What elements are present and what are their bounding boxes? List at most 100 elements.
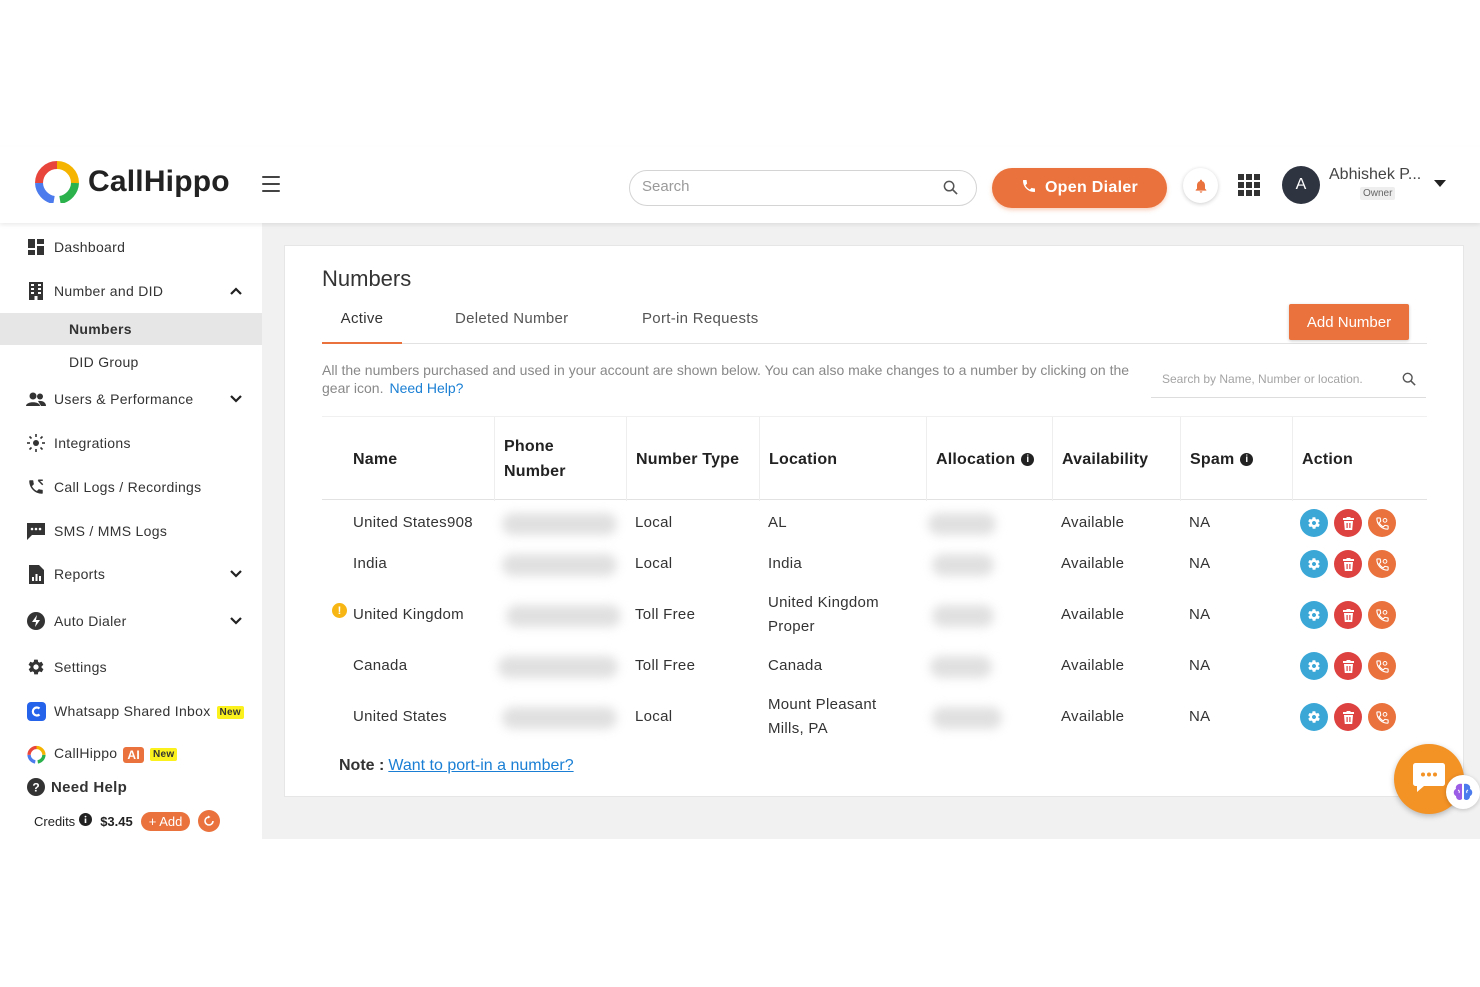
sidebar-item-number-and-did[interactable]: Number and DID [0, 273, 262, 309]
col-spam-label: Spam [1190, 450, 1235, 468]
tab-deleted-number[interactable]: Deleted Number [455, 310, 568, 344]
sidebar-item-label-wrap: Whatsapp Shared Inbox New [54, 703, 244, 719]
cell-location: AL [768, 514, 787, 531]
cell-spam: NA [1189, 555, 1211, 572]
apps-grid-icon[interactable] [1238, 174, 1260, 196]
trash-icon[interactable] [1334, 703, 1362, 731]
trash-icon[interactable] [1334, 601, 1362, 629]
sidebar-item-integrations[interactable]: Integrations [0, 425, 262, 461]
open-dialer-button[interactable]: Open Dialer [992, 168, 1167, 208]
call-forward-icon[interactable] [1368, 601, 1396, 629]
phone-number-redacted [502, 707, 617, 729]
gear-icon[interactable] [1300, 509, 1328, 537]
user-name[interactable]: Abhishek P... [1329, 166, 1421, 184]
gear-icon[interactable] [1300, 703, 1328, 731]
sidebar-item-label: SMS / MMS Logs [54, 523, 168, 539]
gear-icon[interactable] [1300, 601, 1328, 629]
tab-port-in-requests[interactable]: Port-in Requests [642, 310, 759, 344]
sidebar-item-whatsapp-inbox[interactable]: Whatsapp Shared Inbox New [0, 693, 262, 729]
cell-availability: Available [1061, 514, 1125, 531]
cell-spam: NA [1189, 606, 1211, 623]
sidebar-item-label: Numbers [69, 321, 132, 337]
numbers-table: Name Phone Number Number Type Location A… [322, 416, 1427, 737]
need-help-link[interactable]: Need Help? [389, 380, 463, 396]
sidebar-item-callhippo-ai[interactable]: CallHippo AI New [0, 736, 262, 772]
port-in-link[interactable]: Want to port-in a number? [388, 757, 573, 774]
refresh-icon[interactable] [198, 810, 221, 832]
chevron-down-icon[interactable] [230, 390, 242, 408]
callhippo-ai-icon [26, 744, 46, 764]
sidebar-item-reports[interactable]: Reports [0, 556, 262, 592]
table-row: India Local India Available NA [322, 544, 1427, 586]
whatsapp-inbox-icon [26, 701, 46, 721]
tab-active[interactable]: Active [322, 310, 402, 344]
gear-icon[interactable] [1300, 550, 1328, 578]
sidebar-item-dashboard[interactable]: Dashboard [0, 229, 262, 265]
notification-bell-icon[interactable] [1183, 168, 1218, 203]
sidebar-item-sms-logs[interactable]: SMS / MMS Logs [0, 513, 262, 549]
ai-brain-icon[interactable] [1446, 775, 1480, 809]
allocation-redacted [928, 513, 996, 535]
brand-logo[interactable]: CallHippo [34, 161, 230, 204]
cell-location: Mount Pleasant Mills, PA [768, 696, 877, 737]
numbers-tabs: Active Deleted Number Port-in Requests [322, 304, 1427, 344]
sidebar-item-label: Number and DID [54, 283, 164, 299]
table-row: United States908 Local AL Available NA [322, 502, 1427, 544]
cell-availability: Available [1061, 606, 1125, 623]
warning-icon[interactable]: ! [332, 603, 347, 618]
allocation-redacted [930, 656, 992, 678]
gear-icon[interactable] [1300, 652, 1328, 680]
cell-type: Toll Free [635, 657, 696, 674]
call-forward-icon[interactable] [1368, 509, 1396, 537]
global-search-input[interactable] [642, 178, 932, 195]
sidebar-item-users-performance[interactable]: Users & Performance [0, 381, 262, 417]
credits-label: Credits [34, 813, 76, 829]
callhippo-logo-icon [34, 161, 80, 204]
message-icon [26, 521, 46, 541]
trash-icon[interactable] [1334, 550, 1362, 578]
col-allocation: Allocation i [926, 417, 1052, 501]
credits-row: Credits $3.45 + Add [34, 810, 221, 832]
sidebar-item-numbers[interactable]: Numbers [0, 313, 262, 345]
info-icon[interactable] [79, 813, 93, 829]
call-forward-icon[interactable] [1368, 703, 1396, 731]
chevron-down-icon[interactable] [230, 565, 242, 583]
cell-type: Local [635, 514, 673, 531]
chevron-up-icon[interactable] [230, 282, 242, 300]
trash-icon[interactable] [1334, 652, 1362, 680]
chat-bubble-icon [1412, 761, 1446, 798]
trash-icon[interactable] [1334, 509, 1362, 537]
search-icon[interactable] [943, 180, 958, 200]
page-title: Numbers [322, 266, 412, 291]
global-search [629, 170, 977, 206]
user-menu-caret-icon[interactable] [1434, 180, 1446, 187]
top-header: CallHippo Open Dialer A Abhishek P... Ow… [0, 147, 1480, 223]
sidebar-item-auto-dialer[interactable]: Auto Dialer [0, 603, 262, 639]
add-credits-button[interactable]: + Add [140, 811, 191, 831]
sidebar-item-call-logs[interactable]: Call Logs / Recordings [0, 469, 262, 505]
sidebar-item-settings[interactable]: Settings [0, 649, 262, 685]
sidebar-item-did-group[interactable]: DID Group [0, 346, 262, 378]
chevron-down-icon[interactable] [230, 612, 242, 630]
cell-name: Canada [353, 657, 408, 674]
cell-spam: NA [1189, 708, 1211, 725]
add-number-button[interactable]: Add Number [1289, 304, 1409, 340]
phone-number-redacted [502, 513, 617, 535]
cell-type: Toll Free [635, 606, 696, 623]
new-badge: New [150, 748, 178, 762]
call-forward-icon[interactable] [1368, 550, 1396, 578]
user-role-badge: Owner [1360, 187, 1396, 200]
table-search-input[interactable] [1162, 372, 1392, 386]
phone-number-redacted [506, 605, 621, 627]
cell-availability: Available [1061, 657, 1125, 674]
info-icon[interactable]: i [1240, 452, 1254, 466]
hamburger-menu-icon[interactable] [262, 176, 280, 192]
search-icon[interactable] [1402, 372, 1416, 391]
sidebar-item-need-help[interactable]: ? Need Help [0, 769, 262, 805]
info-icon[interactable]: i [1021, 452, 1035, 466]
cell-spam: NA [1189, 514, 1211, 531]
auto-dialer-icon [26, 611, 46, 631]
call-forward-icon[interactable] [1368, 652, 1396, 680]
col-number-type-label: Number Type [636, 450, 740, 468]
user-avatar[interactable]: A [1282, 166, 1320, 204]
